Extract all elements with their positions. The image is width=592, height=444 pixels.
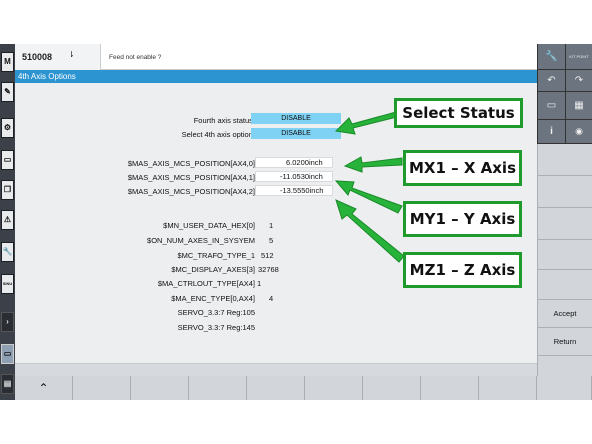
param-value: 5	[269, 236, 274, 245]
bottom-softkey[interactable]	[305, 376, 363, 400]
alarm-down-icon: ⇂	[68, 50, 75, 59]
window-icon[interactable]: ▭	[1, 344, 14, 364]
param-label: $MA_ENC_TYPE[0,AX4]	[171, 294, 255, 303]
rectangle-icon[interactable]: ▭	[1, 150, 14, 170]
right-softkey-bar: 🔧 KIT POINT ↶ ↷ ▭ ▦ i ◉ Accept Return	[537, 44, 592, 400]
keyboard-icon[interactable]: ▤	[1, 374, 14, 394]
param-label: SERVO_3.3:7 Reg:145	[177, 323, 255, 332]
param-value: 1	[269, 221, 274, 230]
camera-icon[interactable]: ◉	[565, 120, 592, 144]
position-label: $MAS_AXIS_MCS_POSITION[AX4,1]	[127, 173, 255, 182]
edit-icon[interactable]: ✎	[1, 82, 14, 102]
param-value: 32768	[258, 265, 279, 274]
wrench-icon[interactable]: 🔧	[1, 242, 14, 262]
bottom-softkey[interactable]	[131, 376, 189, 400]
position-z-field[interactable]: -13.5550inch	[255, 185, 333, 196]
bottom-softkey[interactable]	[247, 376, 305, 400]
param-value: 512	[261, 251, 274, 260]
param-value: 4	[269, 294, 274, 303]
bottom-softkey[interactable]	[479, 376, 537, 400]
param-value: 1	[257, 279, 262, 288]
bottom-softkey[interactable]	[73, 376, 131, 400]
softkey-empty[interactable]	[537, 270, 592, 300]
window-icon[interactable]: ▭	[537, 92, 565, 120]
fourth-axis-status-label: Fourth axis status:	[193, 116, 255, 125]
kit-point-button[interactable]: KIT POINT	[565, 44, 592, 70]
softkey-empty[interactable]	[537, 240, 592, 270]
position-label: $MAS_AXIS_MCS_POSITION[AX4,2]	[127, 187, 255, 196]
info-icon[interactable]: i	[537, 120, 565, 144]
param-label: $ON_NUM_AXES_IN_SYSYEM	[147, 236, 255, 245]
param-label: $MC_TRAFO_TYPE_1	[177, 251, 255, 260]
return-button[interactable]: Return	[537, 328, 592, 356]
wrench-icon[interactable]: 🔧	[537, 44, 565, 70]
undo-icon[interactable]: ↶	[537, 70, 565, 92]
status-strip	[15, 363, 537, 376]
m-logo-icon[interactable]: M	[1, 52, 14, 72]
sinumerik-logo-icon[interactable]: SINU	[1, 274, 14, 294]
left-toolbar: M ✎ ⚙ ▭ ❐ ⚠ 🔧 SINU › ▭ ▤	[0, 44, 15, 400]
param-label: SERVO_3.3:7 Reg:105	[177, 308, 255, 317]
warning-icon[interactable]: ⚠	[1, 210, 14, 230]
callout-my1: MY1 – Y Axis	[403, 201, 522, 237]
bottom-softkey[interactable]	[189, 376, 247, 400]
bottom-softkey[interactable]	[421, 376, 479, 400]
callout-select-status: Select Status	[394, 98, 523, 128]
position-label: $MAS_AXIS_MCS_POSITION[AX4,0]	[127, 159, 255, 168]
fourth-axis-status-value[interactable]: DISABLE	[251, 113, 341, 124]
alarm-message: Feed not enable ?	[109, 54, 162, 61]
up-arrow-icon[interactable]: ⌃	[15, 376, 73, 400]
calculator-icon[interactable]: ▦	[565, 92, 592, 120]
bottom-softkey[interactable]	[537, 376, 592, 400]
arrow-right-icon[interactable]: ›	[1, 312, 14, 332]
alarm-number: 510008	[22, 52, 53, 62]
softkey-empty[interactable]	[537, 176, 592, 208]
position-y-field[interactable]: -11.0530inch	[255, 171, 333, 182]
param-label: $MA_CTRLOUT_TYPE[AX4]	[157, 279, 255, 288]
softkey-empty[interactable]	[537, 144, 592, 176]
copy-icon[interactable]: ❐	[1, 180, 14, 200]
redo-icon[interactable]: ↷	[565, 70, 592, 92]
callout-mz1: MZ1 – Z Axis	[403, 252, 522, 288]
fourth-axis-option-label: Select 4th axis option:	[181, 130, 255, 139]
accept-button[interactable]: Accept	[537, 300, 592, 328]
param-label: $MN_USER_DATA_HEX[0]	[163, 221, 255, 230]
bottom-softkey[interactable]	[363, 376, 421, 400]
param-label: $MC_DISPLAY_AXES[3]	[171, 265, 255, 274]
fourth-axis-option-select[interactable]: DISABLE	[251, 128, 341, 139]
position-x-field[interactable]: 6.0200inch	[255, 157, 333, 168]
title-bar	[15, 70, 537, 83]
page-title: 4th Axis Options	[18, 72, 76, 81]
gear-icon[interactable]: ⚙	[1, 118, 14, 138]
callout-mx1: MX1 – X Axis	[403, 150, 522, 186]
softkey-empty[interactable]	[537, 208, 592, 240]
